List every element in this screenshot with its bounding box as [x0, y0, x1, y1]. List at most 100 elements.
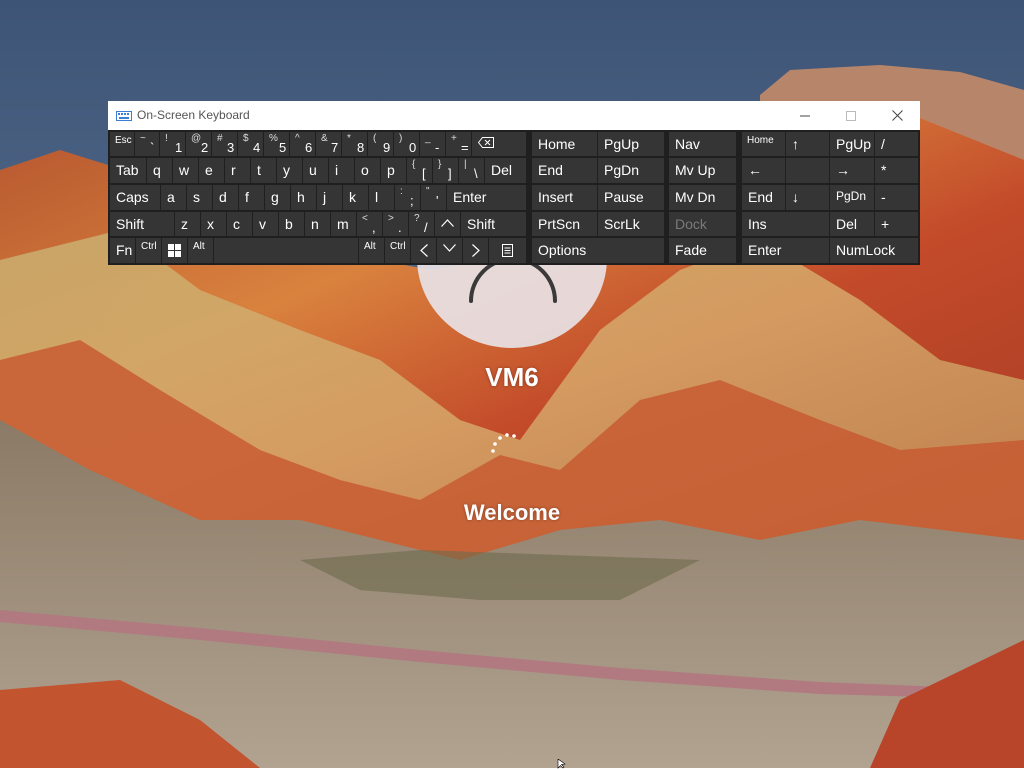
- key-3[interactable]: #3: [212, 132, 237, 156]
- key-k[interactable]: k: [343, 185, 368, 210]
- key-9[interactable]: (9: [368, 132, 393, 156]
- key-context-menu[interactable]: [489, 238, 526, 263]
- numpad-pgdn[interactable]: PgDn: [830, 185, 874, 210]
- key-left-bracket[interactable]: {[: [407, 158, 432, 183]
- key-semicolon[interactable]: :;: [395, 185, 420, 210]
- key-q[interactable]: q: [147, 158, 172, 183]
- key-0[interactable]: ) 0: [394, 132, 419, 156]
- key-right-bracket[interactable]: }]: [433, 158, 458, 183]
- options-button[interactable]: Options: [532, 238, 664, 263]
- key-backslash[interactable]: | \: [459, 158, 484, 183]
- key-prtscn[interactable]: PrtScn: [532, 212, 597, 236]
- key-c[interactable]: c: [227, 212, 252, 236]
- dock-button[interactable]: Dock: [669, 212, 736, 236]
- key-ctrl-left[interactable]: Ctrl: [136, 238, 161, 263]
- numpad-end[interactable]: End: [742, 185, 785, 210]
- key-insert[interactable]: Insert: [532, 185, 597, 210]
- key-backspace[interactable]: [472, 132, 526, 156]
- key-a[interactable]: a: [161, 185, 186, 210]
- key-ctrl-right[interactable]: Ctrl: [385, 238, 410, 263]
- key-shift-right[interactable]: Shift: [461, 212, 526, 236]
- key-d[interactable]: d: [213, 185, 238, 210]
- osk-titlebar[interactable]: On-Screen Keyboard: [108, 101, 920, 130]
- key-windows[interactable]: [162, 238, 187, 263]
- key-down-arrow[interactable]: [437, 238, 462, 263]
- numpad-plus[interactable]: +: [875, 212, 918, 236]
- nav-button[interactable]: Nav: [669, 132, 736, 156]
- numpad-up-arrow[interactable]: ↑: [786, 132, 829, 156]
- key-slash[interactable]: ? /: [409, 212, 434, 236]
- key-s[interactable]: s: [187, 185, 212, 210]
- key-right-arrow[interactable]: [463, 238, 488, 263]
- key-6[interactable]: ^ 6: [290, 132, 315, 156]
- key-left-arrow[interactable]: [411, 238, 436, 263]
- key-n[interactable]: n: [305, 212, 330, 236]
- key-f[interactable]: f: [239, 185, 264, 210]
- key-w[interactable]: w: [173, 158, 198, 183]
- numpad-down-arrow[interactable]: ↓: [786, 185, 829, 210]
- key-j[interactable]: j: [317, 185, 342, 210]
- key-period[interactable]: >.: [383, 212, 408, 236]
- key-m[interactable]: m: [331, 212, 356, 236]
- key-i[interactable]: i: [329, 158, 354, 183]
- numpad-right-arrow[interactable]: →: [830, 158, 874, 183]
- numpad-5[interactable]: [786, 158, 829, 183]
- key-up-arrow[interactable]: [435, 212, 460, 236]
- key-r[interactable]: r: [225, 158, 250, 183]
- key-pause[interactable]: Pause: [598, 185, 664, 210]
- key-5[interactable]: % 5: [264, 132, 289, 156]
- key-pgdn[interactable]: PgDn: [598, 158, 664, 183]
- close-button[interactable]: [874, 101, 920, 130]
- key-p[interactable]: p: [381, 158, 406, 183]
- move-down-button[interactable]: Mv Dn: [669, 185, 736, 210]
- key-space[interactable]: [214, 238, 358, 263]
- move-up-button[interactable]: Mv Up: [669, 158, 736, 183]
- key-o[interactable]: o: [355, 158, 380, 183]
- key-alt-left[interactable]: Alt: [188, 238, 213, 263]
- key-esc[interactable]: Esc: [110, 132, 134, 156]
- key-8[interactable]: * 8: [342, 132, 367, 156]
- key-shift-left[interactable]: Shift: [110, 212, 174, 236]
- key-7[interactable]: & 7: [316, 132, 341, 156]
- key-e[interactable]: e: [199, 158, 224, 183]
- key-h[interactable]: h: [291, 185, 316, 210]
- fade-button[interactable]: Fade: [669, 238, 736, 263]
- numpad-ins[interactable]: Ins: [742, 212, 829, 236]
- key-1[interactable]: ! 1: [160, 132, 185, 156]
- numpad-multiply[interactable]: *: [875, 158, 918, 183]
- key-v[interactable]: v: [253, 212, 278, 236]
- key-scrlk[interactable]: ScrLk: [598, 212, 664, 236]
- key-del[interactable]: Del: [485, 158, 526, 183]
- key-x[interactable]: x: [201, 212, 226, 236]
- maximize-button[interactable]: [828, 101, 874, 130]
- minimize-button[interactable]: [782, 101, 828, 130]
- key-b[interactable]: b: [279, 212, 304, 236]
- key-home[interactable]: Home: [532, 132, 597, 156]
- key-2[interactable]: @2: [186, 132, 211, 156]
- key-caps[interactable]: Caps: [110, 185, 160, 210]
- numpad-home[interactable]: Home: [742, 132, 785, 156]
- key-comma[interactable]: <,: [357, 212, 382, 236]
- key-equal[interactable]: + =: [446, 132, 471, 156]
- key-z[interactable]: z: [175, 212, 200, 236]
- numpad-enter[interactable]: Enter: [742, 238, 829, 263]
- numpad-left-arrow[interactable]: ←: [742, 158, 785, 183]
- key-minus[interactable]: _ -: [420, 132, 445, 156]
- key-tilde[interactable]: ~ `: [135, 132, 159, 156]
- key-t[interactable]: t: [251, 158, 276, 183]
- key-pgup[interactable]: PgUp: [598, 132, 664, 156]
- key-fn[interactable]: Fn: [110, 238, 135, 263]
- numpad-pgup[interactable]: PgUp: [830, 132, 874, 156]
- key-alt-right[interactable]: Alt: [359, 238, 384, 263]
- key-g[interactable]: g: [265, 185, 290, 210]
- key-quote[interactable]: " ': [421, 185, 446, 210]
- numpad-minus[interactable]: -: [875, 185, 918, 210]
- key-enter[interactable]: Enter: [447, 185, 526, 210]
- numpad-numlock[interactable]: NumLock: [830, 238, 918, 263]
- numpad-divide[interactable]: /: [875, 132, 918, 156]
- key-tab[interactable]: Tab: [110, 158, 146, 183]
- key-4[interactable]: $4: [238, 132, 263, 156]
- key-y[interactable]: y: [277, 158, 302, 183]
- key-u[interactable]: u: [303, 158, 328, 183]
- key-l[interactable]: l: [369, 185, 394, 210]
